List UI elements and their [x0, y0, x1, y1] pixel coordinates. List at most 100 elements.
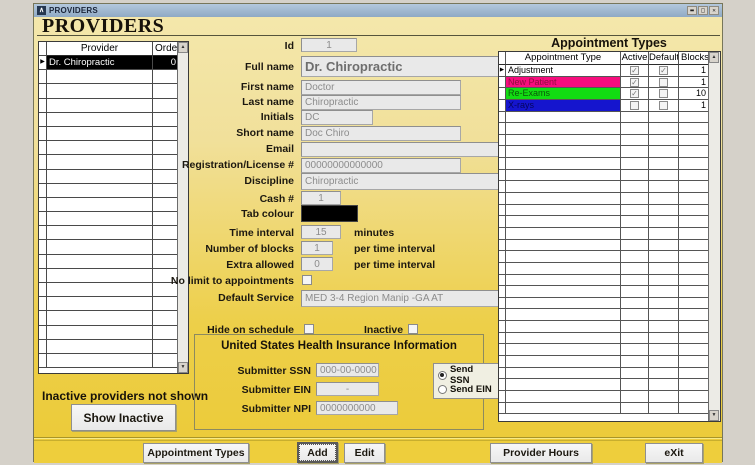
scroll-up-icon[interactable]: ▲	[178, 42, 188, 53]
provider-empty-row[interactable]	[39, 126, 188, 142]
minimize-button[interactable]: ▬	[687, 6, 697, 15]
provider-empty-row[interactable]	[39, 339, 188, 354]
provider-hours-button[interactable]: Provider Hours	[490, 443, 592, 463]
appointment-type-row[interactable]: X-rays 1	[499, 99, 720, 112]
provider-empty-row[interactable]	[39, 183, 188, 198]
appointment-empty-row[interactable]	[499, 239, 720, 252]
default-checkbox-cell[interactable]: ✓	[649, 65, 679, 77]
appointment-empty-row[interactable]	[499, 146, 720, 159]
maximize-button[interactable]: □	[698, 6, 708, 15]
appointment-empty-row[interactable]	[499, 297, 720, 310]
appointment-type-row[interactable]: New Patient ✓ 1	[499, 76, 720, 89]
send-ssn-option[interactable]: Send SSN	[438, 364, 495, 386]
default-checkbox-cell[interactable]	[649, 76, 679, 89]
appointment-empty-row[interactable]	[499, 169, 720, 182]
provider-empty-row[interactable]	[39, 226, 188, 241]
appointment-empty-row[interactable]	[499, 111, 720, 124]
appointment-empty-row[interactable]	[499, 262, 720, 275]
time-interval-field[interactable]: 15	[301, 225, 341, 239]
appointment-empty-row[interactable]	[499, 367, 720, 380]
first-name-field[interactable]: Doctor	[301, 80, 461, 95]
appointment-empty-row[interactable]	[499, 390, 720, 403]
provider-empty-row[interactable]	[39, 325, 188, 340]
provider-empty-row[interactable]	[39, 311, 188, 326]
appointment-empty-row[interactable]	[499, 402, 720, 415]
appointment-empty-row[interactable]	[499, 309, 720, 322]
provider-empty-row[interactable]	[39, 98, 188, 113]
submitter-ssn-field[interactable]: 000-00-0000	[316, 363, 379, 377]
exit-button[interactable]: eXit	[645, 443, 703, 463]
tab-colour-swatch[interactable]	[301, 205, 358, 222]
discipline-value: Chiropractic	[305, 176, 359, 187]
provider-row[interactable]: ▶ Dr. Chiropractic 0	[39, 56, 188, 71]
appointment-empty-row[interactable]	[499, 227, 720, 240]
inactive-checkbox[interactable]	[408, 324, 418, 334]
provider-empty-row[interactable]	[39, 353, 188, 369]
provider-empty-row[interactable]	[39, 240, 188, 255]
submitter-npi-field[interactable]: 0000000000	[316, 401, 398, 415]
appointment-empty-row[interactable]	[499, 286, 720, 298]
appointment-empty-row[interactable]	[499, 123, 720, 135]
extra-allowed-field[interactable]: 0	[301, 257, 333, 271]
appointment-empty-row[interactable]	[499, 274, 720, 287]
appointment-empty-row[interactable]	[499, 216, 720, 228]
scroll-down-icon[interactable]: ▼	[178, 362, 188, 373]
last-name-field[interactable]: Chiropractic	[301, 95, 461, 110]
appointment-type-row[interactable]: Re-Exams ✓ 10	[499, 88, 720, 100]
no-limit-checkbox[interactable]	[302, 275, 312, 285]
provider-empty-row[interactable]	[39, 212, 188, 227]
cash-field[interactable]: 1	[301, 191, 341, 205]
appointment-empty-row[interactable]	[499, 204, 720, 217]
full-name-field[interactable]: Dr. Chiropractic	[301, 56, 501, 77]
close-button[interactable]: ✕	[709, 6, 719, 15]
provider-table-scrollbar[interactable]: ▲ ▼	[177, 42, 188, 373]
id-field[interactable]: 1	[301, 38, 357, 52]
default-checkbox-cell	[649, 123, 679, 135]
show-inactive-button[interactable]: Show Inactive	[71, 404, 176, 431]
row-selector-gutter	[499, 239, 506, 252]
provider-empty-row[interactable]	[39, 197, 188, 213]
provider-empty-row[interactable]	[39, 254, 188, 269]
active-checkbox-cell[interactable]: ✓	[621, 76, 649, 89]
appointment-types-button[interactable]: Appointment Types	[143, 443, 249, 463]
provider-empty-row[interactable]	[39, 84, 188, 99]
provider-empty-row[interactable]	[39, 155, 188, 170]
scroll-up-icon[interactable]: ▲	[709, 52, 719, 63]
provider-table[interactable]: Provider Order ▶ Dr. Chiropractic 0 ▲ ▼	[38, 41, 189, 374]
provider-empty-row[interactable]	[39, 297, 188, 312]
appointment-type-row[interactable]: ▶ Adjustment ✓ ✓ 1	[499, 65, 720, 77]
provider-empty-row[interactable]	[39, 283, 188, 298]
provider-empty-row[interactable]	[39, 268, 188, 283]
appointment-empty-row[interactable]	[499, 193, 720, 205]
scroll-down-icon[interactable]: ▼	[709, 410, 719, 421]
appointment-empty-row[interactable]	[499, 321, 720, 333]
provider-empty-row[interactable]	[39, 141, 188, 156]
add-button[interactable]: Add	[297, 442, 338, 463]
short-name-field[interactable]: Doc Chiro	[301, 126, 461, 141]
active-checkbox-cell[interactable]: ✓	[621, 88, 649, 100]
edit-button[interactable]: Edit	[344, 443, 385, 463]
default-checkbox-cell[interactable]	[649, 99, 679, 112]
appointment-types-scrollbar[interactable]: ▲ ▼	[708, 52, 720, 421]
registration-field[interactable]: 00000000000000	[301, 158, 461, 173]
appointment-empty-row[interactable]	[499, 134, 720, 147]
submitter-ein-field[interactable]: -	[316, 382, 379, 396]
appointment-empty-row[interactable]	[499, 379, 720, 391]
provider-empty-row[interactable]	[39, 70, 188, 85]
appointment-empty-row[interactable]	[499, 344, 720, 357]
appointment-empty-row[interactable]	[499, 356, 720, 368]
active-checkbox-cell[interactable]: ✓	[621, 65, 649, 77]
appointment-types-table[interactable]: Appointment Type Active Default Blocks ▶ Adju…	[498, 51, 721, 422]
appointment-empty-row[interactable]	[499, 158, 720, 170]
provider-empty-row[interactable]	[39, 169, 188, 184]
appointment-empty-row[interactable]	[499, 181, 720, 194]
appointment-empty-row[interactable]	[499, 332, 720, 345]
provider-empty-row[interactable]	[39, 112, 188, 127]
initials-field[interactable]: DC	[301, 110, 373, 125]
send-ein-option[interactable]: Send EIN	[438, 382, 495, 396]
active-checkbox-cell[interactable]	[621, 99, 649, 112]
hide-on-schedule-checkbox[interactable]	[304, 324, 314, 334]
default-checkbox-cell[interactable]	[649, 88, 679, 100]
appointment-empty-row[interactable]	[499, 251, 720, 263]
number-of-blocks-field[interactable]: 1	[301, 241, 333, 255]
